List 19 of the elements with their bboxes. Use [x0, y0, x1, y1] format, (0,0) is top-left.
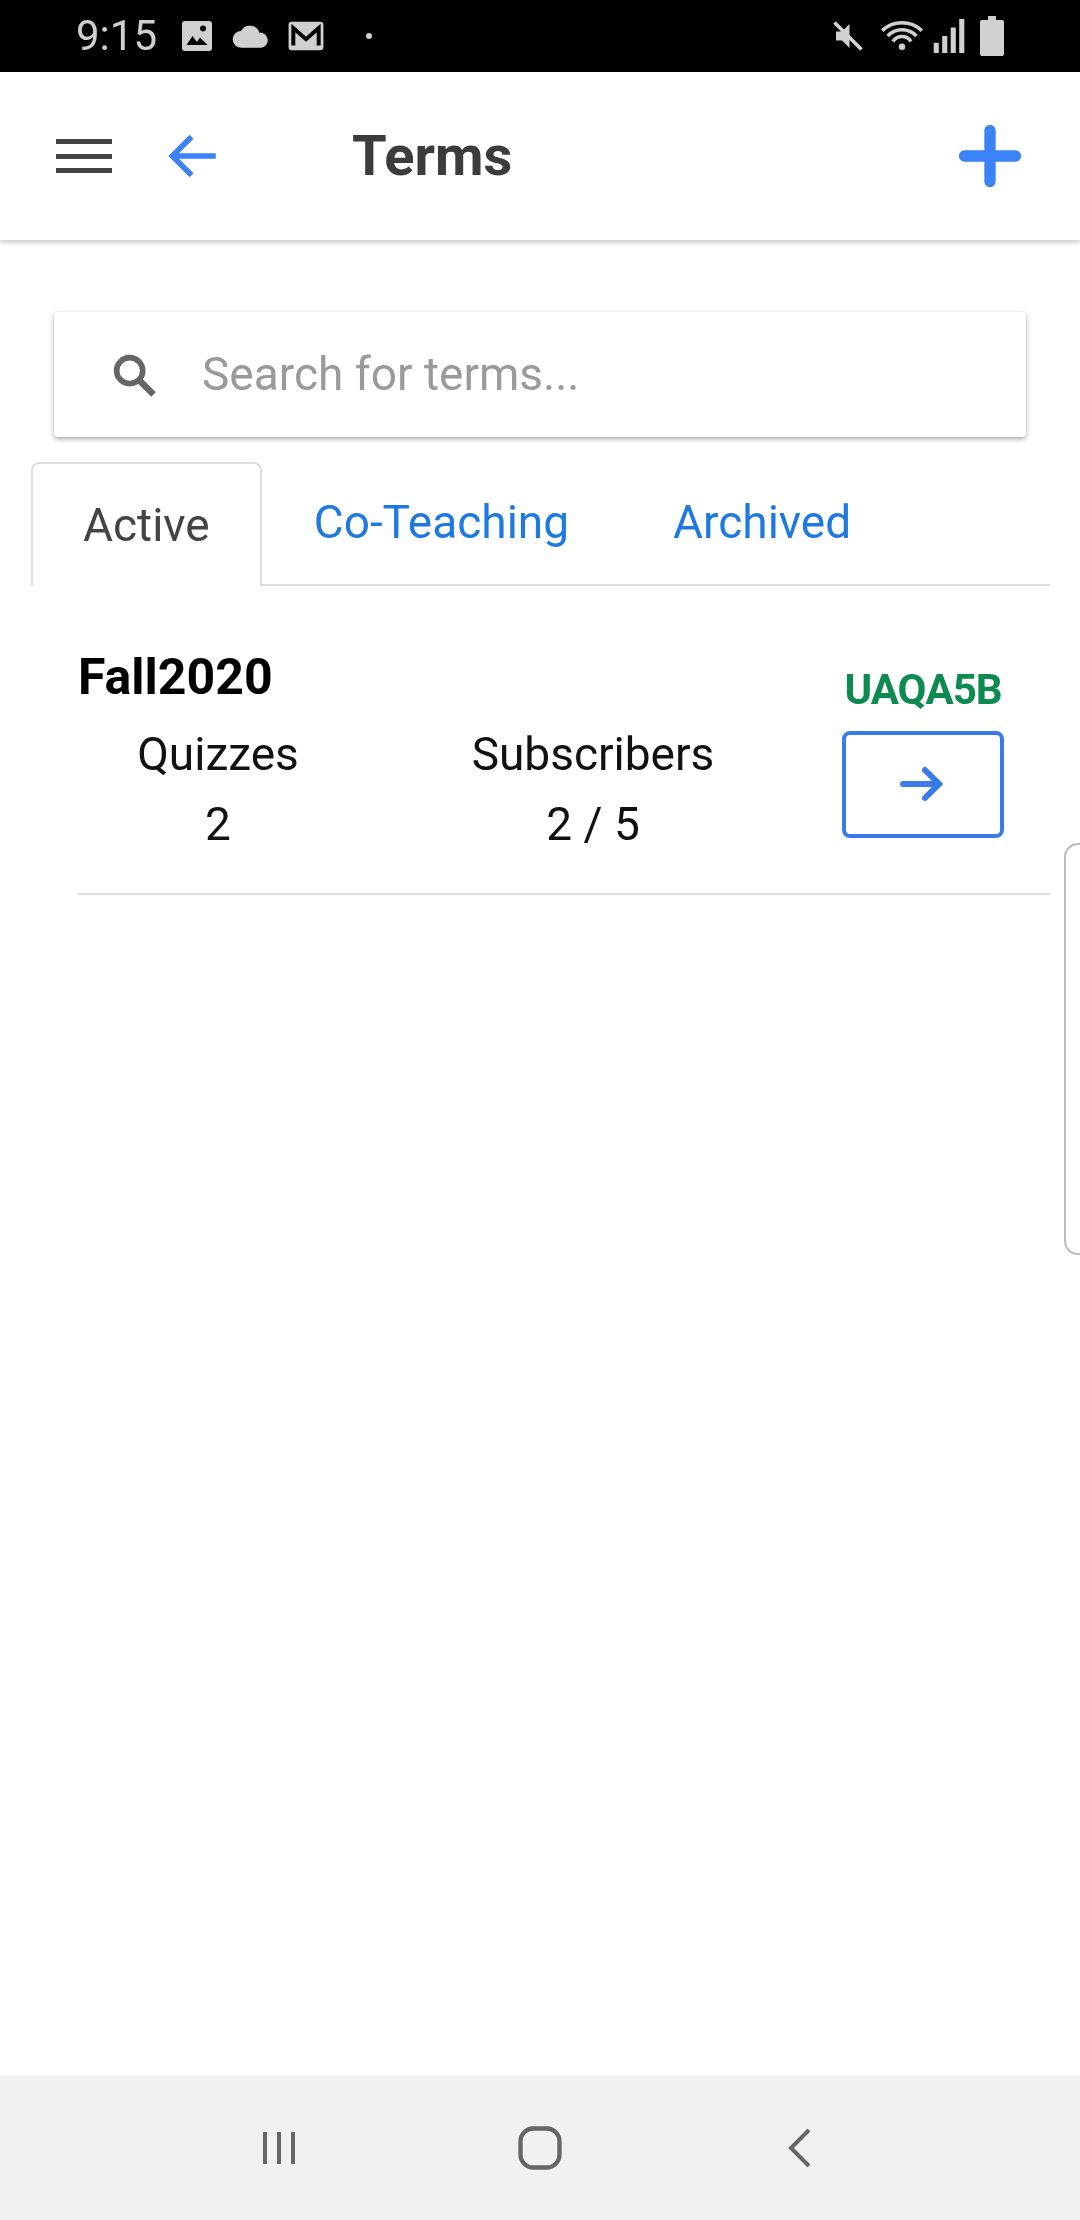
stat-value: 2 — [205, 795, 231, 853]
stat-value: 2 / 5 — [546, 795, 640, 853]
status-time: 9:15 — [76, 15, 157, 57]
tab[interactable]: Archived — [621, 460, 904, 584]
dot-icon — [365, 32, 373, 40]
stat-label: Quizzes — [137, 725, 299, 783]
term-name: Fall2020 — [78, 647, 274, 708]
page-title: Terms — [352, 122, 513, 191]
search-field[interactable]: Search for terms... — [202, 340, 972, 409]
image-icon — [179, 18, 215, 54]
open-button[interactable] — [842, 730, 1004, 838]
mail-icon — [287, 20, 325, 52]
tab[interactable]: Co-Teaching — [261, 460, 622, 584]
term-code: UAQA5B — [844, 664, 1002, 716]
add-icon[interactable] — [956, 122, 1024, 190]
signal-icon — [932, 19, 966, 53]
stat-label: Subscribers — [471, 725, 715, 783]
battery-icon — [980, 16, 1004, 56]
tab[interactable]: Active — [31, 462, 262, 586]
